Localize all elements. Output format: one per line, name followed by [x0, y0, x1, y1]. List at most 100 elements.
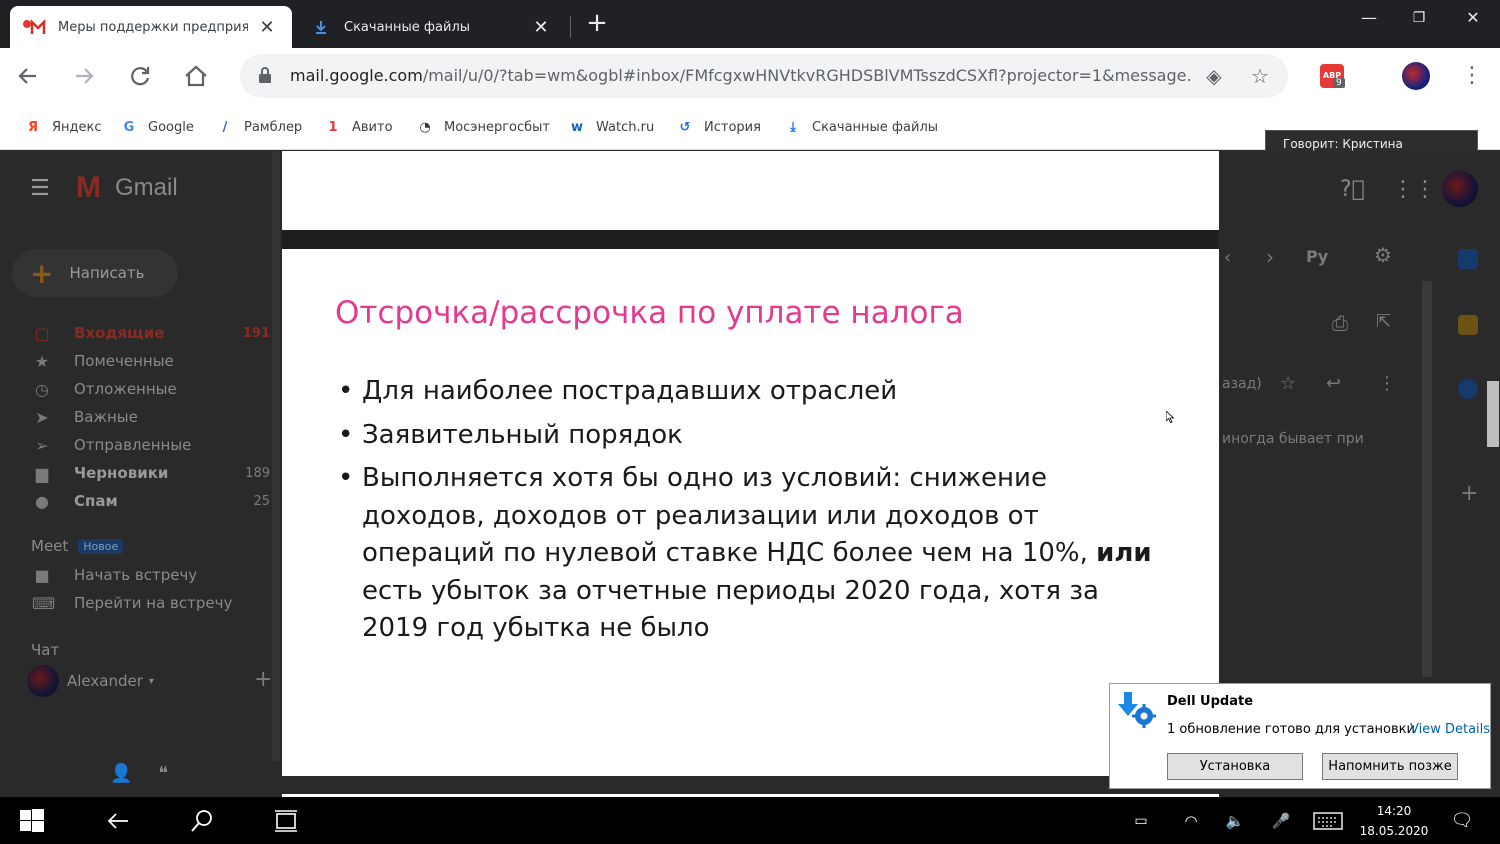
- gmail-logo[interactable]: M Gmail: [76, 171, 178, 205]
- close-tab-icon[interactable]: ✕: [530, 17, 552, 38]
- bookmark-watch[interactable]: w Watch.ru: [568, 116, 654, 138]
- inbox-icon: ▢: [34, 323, 50, 343]
- url-text[interactable]: mail.google.com/mail/u/0/?tab=wm&ogbl#in…: [290, 66, 1190, 85]
- bullet-item: Заявительный порядок: [338, 417, 1168, 455]
- sidebar-item-star[interactable]: ★ Помеченные: [0, 347, 272, 375]
- search-icon[interactable]: [178, 797, 226, 844]
- profile-avatar[interactable]: [1402, 62, 1430, 90]
- main-menu-icon[interactable]: ☰: [30, 177, 54, 201]
- mosenergosbyt-icon: ◔: [419, 119, 431, 135]
- add-chat-icon[interactable]: +: [254, 667, 272, 692]
- download-icon: [306, 17, 336, 37]
- bookmark-history[interactable]: ↺ История: [676, 116, 761, 138]
- print-icon[interactable]: ⎙: [1332, 311, 1348, 335]
- view-details-link[interactable]: View Details: [1410, 722, 1490, 737]
- bookmark-rambler[interactable]: / Рамблер: [216, 116, 303, 138]
- address-bar[interactable]: mail.google.com/mail/u/0/?tab=wm&ogbl#in…: [240, 54, 1288, 98]
- calendar-icon[interactable]: [1458, 249, 1478, 269]
- meet-item-0[interactable]: ■ Начать встречу: [0, 561, 272, 589]
- wifi-icon[interactable]: ◠: [1176, 797, 1206, 844]
- browser-tab-strip: Меры поддержки предприятий ✕ Скачанные ф…: [0, 0, 1500, 48]
- windows-start-icon[interactable]: [8, 797, 56, 844]
- remind-later-button[interactable]: Напомнить позже: [1322, 753, 1458, 780]
- volume-icon[interactable]: 🔈: [1220, 797, 1250, 844]
- sidebar-item-inbox[interactable]: ▢ Входящие 191: [0, 319, 272, 347]
- add-addon-icon[interactable]: +: [1460, 481, 1478, 506]
- system-clock[interactable]: 14:20 18.05.2020: [1356, 801, 1432, 841]
- bookmark-google[interactable]: G Google: [120, 116, 194, 138]
- apps-grid-icon[interactable]: ⋮⋮: [1392, 177, 1436, 202]
- close-tab-icon[interactable]: ✕: [256, 17, 278, 38]
- sidebar-scrollbar[interactable]: [272, 151, 280, 761]
- back-arrow-icon[interactable]: [94, 797, 142, 844]
- browser-menu-icon[interactable]: ⋮: [1458, 60, 1486, 92]
- bookmark-star-icon[interactable]: ☆: [1246, 62, 1274, 90]
- open-new-window-icon[interactable]: ⇱: [1376, 311, 1391, 332]
- reply-time-text: азад): [1222, 376, 1262, 392]
- reply-icon[interactable]: ↩: [1326, 373, 1341, 394]
- dell-update-icon: [1118, 692, 1156, 728]
- account-avatar[interactable]: [1442, 171, 1478, 207]
- previous-slide: [282, 151, 1219, 230]
- restore-icon[interactable]: ❐: [1396, 4, 1442, 32]
- page-scrollbar-thumb[interactable]: [1487, 381, 1499, 447]
- presentation-slide: Отсрочка/рассрочка по уплате налога Для …: [282, 249, 1219, 776]
- compose-button[interactable]: + Написать: [12, 249, 178, 297]
- new-tab-button[interactable]: +: [582, 8, 612, 38]
- language-selector[interactable]: Ру: [1306, 247, 1328, 266]
- translate-icon[interactable]: ◈: [1200, 62, 1228, 90]
- message-snippet: иногда бывает при: [1222, 431, 1364, 447]
- chat-user[interactable]: Alexander ▾: [27, 665, 154, 697]
- notification-message: 1 обновление готово для установки: [1167, 722, 1415, 737]
- send-icon: ➢: [35, 435, 49, 455]
- sidebar-item-clock[interactable]: ◷ Отложенные: [0, 375, 272, 403]
- history-icon: ↺: [679, 119, 691, 135]
- gmail-m-icon: M: [76, 171, 101, 204]
- reload-icon[interactable]: [124, 60, 156, 92]
- hangouts-icon[interactable]: ❝: [158, 763, 168, 784]
- new-badge: Новое: [78, 538, 124, 554]
- bookmark-download[interactable]: ⤓ Скачанные файлы: [784, 116, 938, 138]
- avatar: [27, 665, 59, 697]
- close-window-icon[interactable]: ✕: [1450, 4, 1496, 32]
- tasks-icon[interactable]: [1458, 379, 1478, 399]
- person-icon[interactable]: 👤: [110, 763, 132, 784]
- bookmark-avito[interactable]: 1 Авито: [324, 116, 392, 138]
- sidebar-item-important[interactable]: ➤ Важные: [0, 403, 272, 431]
- draft-icon: ▆: [35, 463, 49, 483]
- help-icon[interactable]: ?⃝: [1340, 177, 1365, 202]
- clock-icon: ◷: [35, 379, 49, 399]
- settings-icon[interactable]: ⚙: [1374, 243, 1392, 267]
- chevron-left-icon[interactable]: ‹: [1224, 247, 1231, 268]
- task-view-icon[interactable]: [262, 797, 310, 844]
- star-icon[interactable]: ☆: [1280, 373, 1296, 394]
- battery-icon[interactable]: ▭: [1126, 797, 1156, 844]
- meet-heading: Meet Новое: [31, 537, 124, 555]
- chat-heading: Чат: [31, 641, 60, 659]
- watch-icon: w: [570, 119, 583, 135]
- home-icon[interactable]: [180, 60, 212, 92]
- install-button[interactable]: Установка: [1167, 753, 1303, 780]
- sidebar-item-draft[interactable]: ▆ Черновики 189: [0, 459, 272, 487]
- tab-downloads[interactable]: Скачанные файлы ✕: [300, 6, 566, 48]
- keyboard-icon[interactable]: [1310, 797, 1346, 844]
- meet-item-1[interactable]: ⌨ Перейти на встречу: [0, 589, 272, 617]
- microphone-icon[interactable]: 🎤: [1266, 797, 1296, 844]
- content-scrollbar[interactable]: [1422, 281, 1432, 677]
- bullet-item: Для наиболее пострадавших отраслей: [338, 373, 1168, 411]
- notification-center-icon[interactable]: 🗨: [1444, 797, 1480, 844]
- back-icon[interactable]: [12, 60, 44, 92]
- bookmark-yandex[interactable]: Я Яндекс: [24, 116, 102, 138]
- sidebar-item-spam[interactable]: ● Спам 25: [0, 487, 272, 515]
- minimize-icon[interactable]: —: [1346, 4, 1392, 32]
- windows-taskbar: ▭ ◠ 🔈 🎤 14:20 18.05.2020 🗨: [0, 797, 1500, 844]
- bookmark-mosenergosbyt[interactable]: ◔ Мосэнергосбыт: [416, 116, 550, 138]
- chevron-right-icon[interactable]: ›: [1266, 245, 1274, 269]
- tab-gmail[interactable]: Меры поддержки предприятий ✕: [10, 6, 292, 48]
- forward-icon[interactable]: [68, 60, 100, 92]
- keep-icon[interactable]: [1458, 315, 1478, 335]
- browser-toolbar: mail.google.com/mail/u/0/?tab=wm&ogbl#in…: [0, 48, 1500, 104]
- important-icon: ➤: [35, 407, 49, 427]
- more-icon[interactable]: ⋮: [1378, 373, 1396, 394]
- sidebar-item-send[interactable]: ➢ Отправленные: [0, 431, 272, 459]
